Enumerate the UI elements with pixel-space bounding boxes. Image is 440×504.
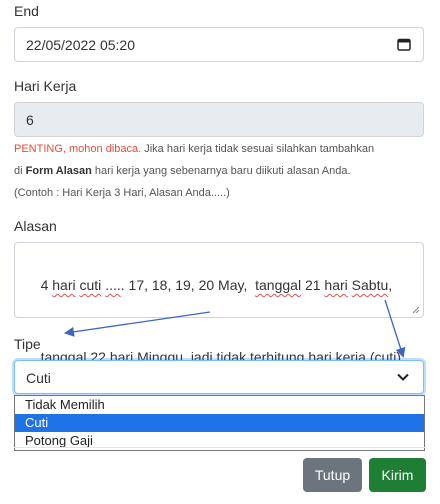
option-tidak-memilih[interactable]: Tidak Memilih (15, 396, 424, 414)
warning-note: PENTING, mohon dibaca. Jika hari kerja t… (14, 138, 432, 204)
note-line3: (Contoh : Hari Kerja 3 Hari, Alasan Anda… (14, 187, 230, 199)
kirim-button[interactable]: Kirim (369, 458, 426, 492)
alasan-label: Alasan (14, 218, 57, 234)
end-label: End (14, 3, 39, 19)
end-datetime-value: 22/05/2022 05:20 (26, 37, 135, 53)
footer-divider (14, 447, 426, 448)
note-line1: Jika hari kerja tidak sesuai silahkan ta… (141, 143, 375, 155)
hari-kerja-value: 6 (26, 112, 34, 128)
tipe-options-list[interactable]: Tidak Memilih Cuti Potong Gaji (14, 395, 425, 451)
form-alasan-bold: Form Alasan (25, 165, 92, 177)
chevron-down-icon (397, 373, 409, 381)
tutup-button[interactable]: Tutup (303, 458, 362, 492)
alasan-line1: 4 hari cuti ..... 17, 18, 19, 20 May, ta… (40, 277, 393, 293)
note-line2-prefix: di (14, 165, 26, 177)
tipe-select[interactable]: Cuti (14, 360, 424, 394)
hari-kerja-field: 6 (14, 102, 424, 137)
end-datetime-input[interactable]: 22/05/2022 05:20 (14, 27, 424, 62)
warning-text: PENTING, mohon dibaca. (14, 143, 142, 155)
option-cuti[interactable]: Cuti (15, 414, 424, 432)
alasan-textarea[interactable]: 4 hari cuti ..... 17, 18, 19, 20 May, ta… (14, 242, 424, 365)
calendar-icon[interactable] (397, 38, 411, 51)
hari-kerja-label: Hari Kerja (14, 78, 77, 94)
tipe-label: Tipe (14, 336, 41, 352)
note-line2: hari kerja yang sebenarnya baru diikuti … (91, 165, 351, 177)
tipe-selected-value: Cuti (26, 370, 51, 386)
resize-grip-icon[interactable] (412, 306, 420, 314)
